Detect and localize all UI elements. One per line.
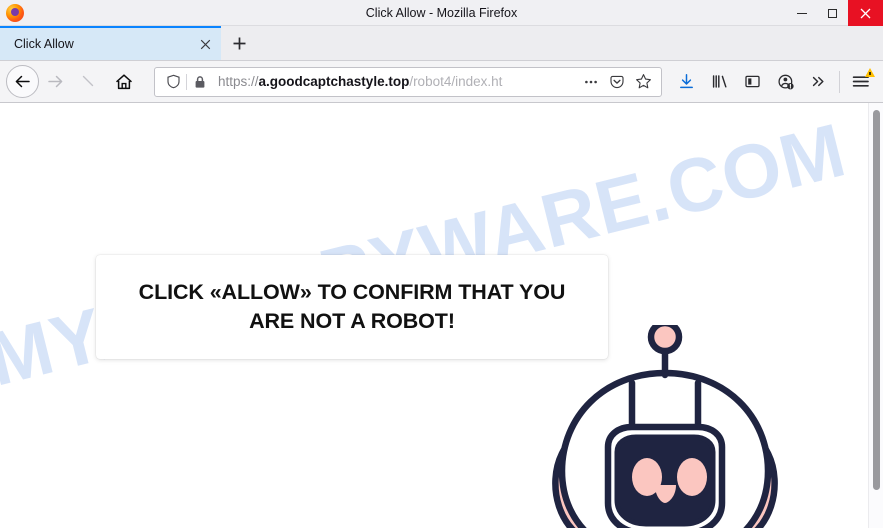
navigation-toolbar: https://a.goodcaptchastyle.top/robot4/in… xyxy=(0,61,883,103)
page-scrollbar[interactable] xyxy=(868,103,883,528)
new-tab-button[interactable] xyxy=(221,26,257,60)
url-text[interactable]: https://a.goodcaptchastyle.top/robot4/in… xyxy=(213,74,578,89)
library-icon xyxy=(712,75,727,88)
tab-bar: Click Allow xyxy=(0,26,883,61)
arrow-left-icon xyxy=(15,75,30,88)
scrollbar-thumb[interactable] xyxy=(873,110,880,490)
account-sync-button[interactable] xyxy=(769,65,802,98)
download-arrow-icon xyxy=(680,74,693,89)
minimize-button[interactable] xyxy=(786,0,817,26)
downloads-button[interactable] xyxy=(670,65,703,98)
toolbar-actions xyxy=(670,65,877,98)
app-menu-button[interactable] xyxy=(844,65,877,98)
home-icon xyxy=(115,73,132,89)
plus-icon xyxy=(233,37,245,49)
pocket-icon[interactable] xyxy=(604,69,630,95)
shield-icon[interactable] xyxy=(160,69,186,95)
window-title: Click Allow - Mozilla Firefox xyxy=(365,5,518,20)
captcha-message: CLICK «ALLOW» TO CONFIRM THAT YOU ARE NO… xyxy=(118,278,586,335)
lock-icon[interactable] xyxy=(187,69,213,95)
arrow-right-icon xyxy=(48,75,63,88)
account-sync-icon xyxy=(777,74,794,89)
tab-close-icon[interactable] xyxy=(195,34,215,54)
toolbar-divider xyxy=(839,70,840,93)
close-button[interactable] xyxy=(848,0,883,26)
overflow-button[interactable] xyxy=(802,65,835,98)
double-chevron-right-icon xyxy=(812,76,824,87)
url-subdomain: a. xyxy=(258,74,270,89)
sidebar-icon xyxy=(745,75,760,88)
sidebar-button[interactable] xyxy=(736,65,769,98)
library-button[interactable] xyxy=(703,65,736,98)
window-title-bar: Click Allow - Mozilla Firefox xyxy=(0,0,883,26)
tab-click-allow[interactable]: Click Allow xyxy=(0,26,221,60)
page-content: MYANTISPYWARE.COM CLICK «ALLOW» TO CONFI… xyxy=(0,103,883,528)
window-controls xyxy=(786,0,883,26)
robot-right-eye xyxy=(677,458,707,496)
forward-button[interactable] xyxy=(39,65,72,98)
url-path: /robot4/index.ht xyxy=(409,74,503,89)
back-button[interactable] xyxy=(6,65,39,98)
captcha-message-card: CLICK «ALLOW» TO CONFIRM THAT YOU ARE NO… xyxy=(96,255,608,359)
message-line-2: ARE NOT A ROBOT! xyxy=(249,309,455,333)
bookmark-star-icon[interactable] xyxy=(630,69,656,95)
reload-icon xyxy=(82,75,94,87)
warning-triangle-icon xyxy=(865,68,875,77)
url-scheme: https:// xyxy=(218,74,259,89)
message-line-1: CLICK «ALLOW» TO CONFIRM THAT YOU xyxy=(138,280,566,305)
close-icon xyxy=(860,8,871,18)
reload-button[interactable] xyxy=(72,65,105,98)
url-domain: goodcaptchastyle.top xyxy=(269,74,410,89)
home-button[interactable] xyxy=(107,65,140,98)
firefox-logo-icon xyxy=(6,3,24,22)
tab-label: Click Allow xyxy=(14,37,74,51)
page-actions-ellipsis-icon[interactable] xyxy=(578,69,604,95)
maximize-button[interactable] xyxy=(817,0,848,26)
address-bar[interactable]: https://a.goodcaptchastyle.top/robot4/in… xyxy=(154,66,662,97)
